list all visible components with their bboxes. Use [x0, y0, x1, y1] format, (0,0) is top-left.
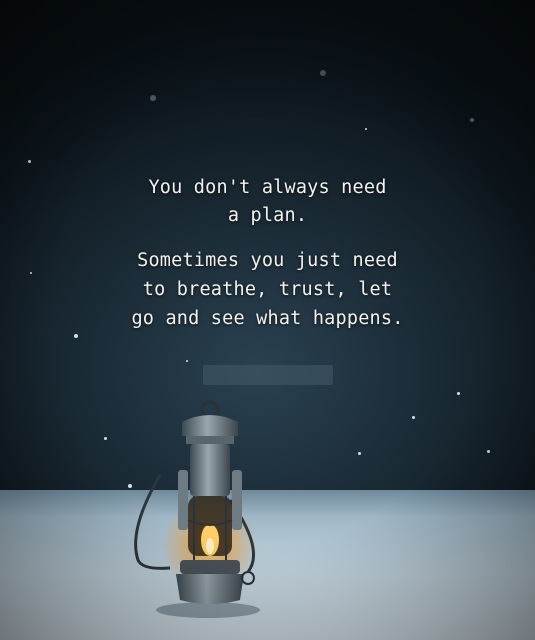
quote-line-3: Sometimes you just need — [137, 250, 398, 271]
quote-line-4: to breathe, trust, let — [142, 279, 393, 300]
quote-line-5: go and see what happens. — [131, 308, 404, 329]
quote-line-1: You don't always need — [148, 177, 387, 198]
quote-line-2: a plan. — [227, 205, 308, 226]
quote-intro: You don't always need a plan. — [0, 174, 535, 230]
quote-body: Sometimes you just need to breathe, trus… — [0, 246, 535, 333]
photo-background: You don't always need a plan. Sometimes … — [0, 0, 535, 640]
